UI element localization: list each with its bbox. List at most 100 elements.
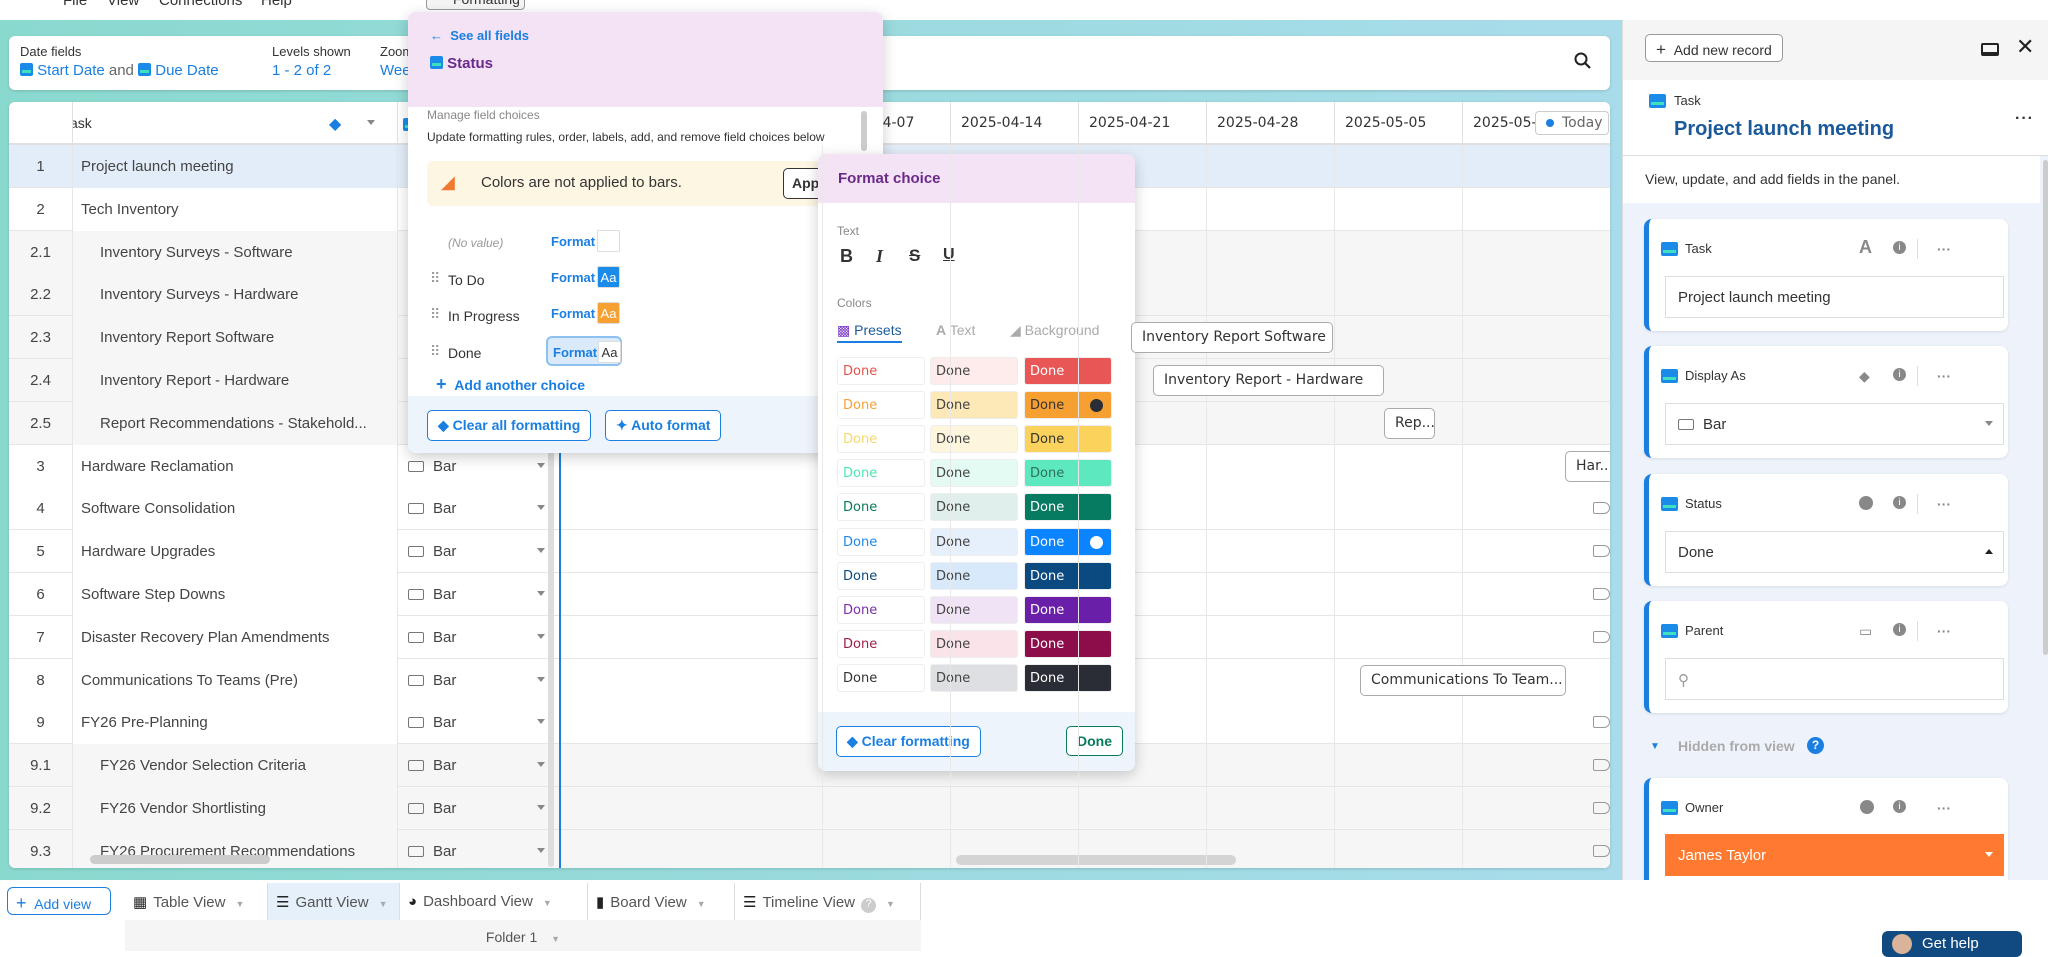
display-as-cell[interactable]: Bar xyxy=(397,701,555,745)
format-choice-button[interactable]: Format Aa xyxy=(546,336,622,366)
milestone-icon[interactable] xyxy=(1593,502,1610,515)
display-as-select[interactable]: Bar xyxy=(1665,403,2004,445)
chevron-down-icon[interactable] xyxy=(367,120,375,129)
clear-formatting-button[interactable]: ◆ Clear formatting xyxy=(836,726,981,757)
status-select[interactable]: Done xyxy=(1665,531,2004,573)
display-as-cell[interactable]: Bar xyxy=(397,829,555,868)
color-preset-swatch[interactable]: Done xyxy=(837,459,925,488)
milestone-icon[interactable] xyxy=(1593,844,1610,857)
task-column-header[interactable]: Task ◆ xyxy=(72,102,397,145)
add-view-button[interactable]: + Add view xyxy=(7,887,111,915)
formatting-button[interactable]: Formatting xyxy=(426,0,525,10)
help-icon[interactable]: ? xyxy=(861,898,876,913)
gantt-bar[interactable]: Rep... xyxy=(1384,407,1435,439)
task-cell[interactable]: Software Step Downs xyxy=(72,573,397,616)
color-preset-swatch[interactable]: Done xyxy=(1024,357,1112,385)
collapse-caret-icon[interactable]: ▼ xyxy=(1650,741,1660,752)
tab-gantt-view[interactable]: ☰ Gantt View ▼ xyxy=(268,883,400,920)
task-cell[interactable]: Report Recommendations - Stakehold... xyxy=(72,401,397,445)
gantt-horizontal-scrollbar[interactable] xyxy=(956,855,1236,865)
table-row[interactable]: 4 Software Consolidation Bar xyxy=(9,487,1610,531)
done-button[interactable]: Done xyxy=(1066,726,1123,756)
due-date-link[interactable]: Due Date xyxy=(155,62,218,79)
color-preset-swatch[interactable]: Done xyxy=(837,629,925,658)
more-options-icon[interactable]: ··· xyxy=(2015,110,2034,128)
display-as-cell[interactable]: Bar xyxy=(397,744,555,788)
task-cell[interactable]: Inventory Report Software xyxy=(72,316,397,360)
bold-icon[interactable]: B xyxy=(840,246,853,267)
task-input[interactable]: Project launch meeting xyxy=(1665,276,2004,318)
color-preset-swatch[interactable]: Done xyxy=(1024,425,1112,454)
tab-board-view[interactable]: ▮ Board View ▼ xyxy=(588,883,735,920)
auto-format-button[interactable]: ✦ Auto format xyxy=(605,410,722,441)
color-preset-swatch[interactable]: Done xyxy=(1024,391,1112,420)
table-row[interactable]: 9 FY26 Pre-Planning Bar xyxy=(9,701,1610,745)
format-choice-button[interactable]: Format Aa xyxy=(551,299,621,329)
more-options-icon[interactable]: ··· xyxy=(1937,496,1951,512)
milestone-icon[interactable] xyxy=(1593,545,1610,558)
task-cell[interactable]: Disaster Recovery Plan Amendments xyxy=(72,615,397,659)
color-preset-swatch[interactable]: Done xyxy=(930,391,1018,420)
monitor-icon[interactable] xyxy=(1981,43,1999,56)
task-cell[interactable]: Inventory Surveys - Software xyxy=(72,230,397,274)
task-cell[interactable]: Tech Inventory xyxy=(72,187,397,231)
display-as-cell[interactable]: Bar xyxy=(397,787,555,830)
today-button[interactable]: Today xyxy=(1535,111,1609,135)
choice-label[interactable]: To Do xyxy=(448,272,485,288)
task-cell[interactable]: Software Consolidation xyxy=(72,487,397,531)
chevron-down-icon[interactable]: ▼ xyxy=(235,899,244,909)
date-fields-value[interactable]: Start Date and Due Date xyxy=(20,62,219,79)
display-as-cell[interactable]: Bar xyxy=(397,573,555,616)
color-preset-swatch[interactable]: Done xyxy=(837,357,925,385)
underline-icon[interactable]: U xyxy=(943,246,955,264)
chevron-down-icon[interactable] xyxy=(537,505,545,514)
drag-handle-icon[interactable]: ⠿ xyxy=(430,343,440,360)
strikethrough-icon[interactable]: S xyxy=(909,246,920,266)
chevron-down-icon[interactable] xyxy=(537,719,545,728)
search-icon[interactable] xyxy=(1573,51,1593,71)
chevron-down-icon[interactable]: ▼ xyxy=(543,898,552,908)
task-cell[interactable]: Hardware Upgrades xyxy=(72,530,397,574)
chevron-down-icon[interactable] xyxy=(537,548,545,557)
tab-dashboard-view[interactable]: ◕ Dashboard View ▼ xyxy=(400,883,588,920)
color-preset-swatch[interactable]: Done xyxy=(930,629,1018,658)
more-options-icon[interactable]: ··· xyxy=(1937,368,1951,384)
table-row[interactable]: 9.1 FY26 Vendor Selection Criteria Bar xyxy=(9,744,1610,788)
milestone-icon[interactable] xyxy=(1593,802,1610,814)
panel-scrollbar[interactable] xyxy=(2043,160,2048,655)
start-date-link[interactable]: Start Date xyxy=(37,62,105,79)
milestone-icon[interactable] xyxy=(1593,630,1610,643)
table-row[interactable]: 5 Hardware Upgrades Bar xyxy=(9,530,1610,574)
color-preset-swatch[interactable]: Done xyxy=(837,425,925,454)
add-new-record-button[interactable]: + Add new record xyxy=(1645,34,1783,62)
tab-presets[interactable]: ▩ Presets xyxy=(837,322,902,343)
tab-table-view[interactable]: ▦ Table View ▼ xyxy=(125,883,268,920)
parent-search-input[interactable]: ⚲ xyxy=(1665,658,2004,700)
color-preset-swatch[interactable]: Done xyxy=(930,595,1018,624)
popover-scrollbar[interactable] xyxy=(861,111,867,151)
color-preset-swatch[interactable]: Done xyxy=(930,527,1018,556)
task-cell[interactable]: Communications To Teams (Pre) xyxy=(72,658,397,702)
chevron-down-icon[interactable] xyxy=(537,805,545,814)
color-preset-swatch[interactable]: Done xyxy=(930,425,1018,454)
color-preset-swatch[interactable]: Done xyxy=(837,493,925,522)
chevron-down-icon[interactable] xyxy=(537,633,545,643)
info-icon[interactable]: i xyxy=(1893,368,1906,381)
table-row[interactable]: 6 Software Step Downs Bar xyxy=(9,573,1610,616)
task-cell[interactable]: FY26 Pre-Planning xyxy=(72,701,397,745)
color-preset-swatch[interactable]: Done xyxy=(1024,459,1112,488)
display-as-cell[interactable]: Bar xyxy=(397,658,555,702)
menu-file[interactable]: File xyxy=(63,0,87,9)
display-as-cell[interactable]: Bar xyxy=(397,487,555,531)
tab-text[interactable]: A Text xyxy=(936,322,975,338)
milestone-icon[interactable] xyxy=(1593,716,1610,729)
gantt-bar[interactable]: Communications To Team... xyxy=(1360,664,1566,696)
get-help-button[interactable]: Get help xyxy=(1882,931,2022,957)
color-preset-swatch[interactable]: Done xyxy=(930,357,1018,385)
drag-handle-icon[interactable]: ⠿ xyxy=(430,306,440,323)
task-cell[interactable]: Inventory Report - Hardware xyxy=(72,359,397,402)
tab-background[interactable]: ◢ Background xyxy=(1010,322,1099,339)
milestone-icon[interactable] xyxy=(1593,759,1610,772)
clear-all-formatting-button[interactable]: ◆ Clear all formatting xyxy=(427,410,592,441)
help-icon[interactable]: ? xyxy=(1807,737,1824,754)
